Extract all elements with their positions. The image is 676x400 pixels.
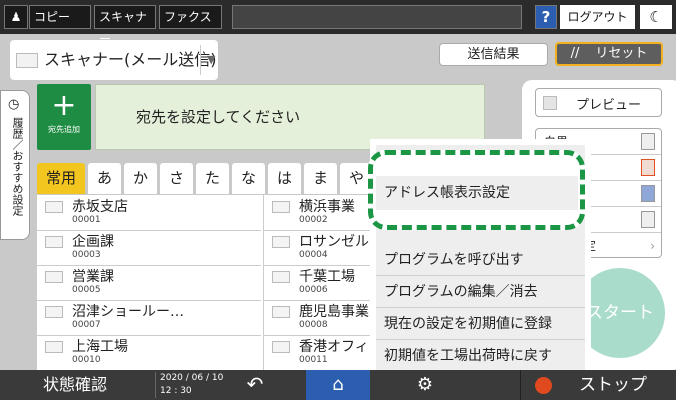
index-tab[interactable]: な [232, 163, 265, 194]
mode-selector[interactable]: スキャナー(メール送信) ▼ [10, 40, 218, 80]
side-tab-label: 履歴／おすすめ設定 [11, 117, 24, 216]
chevron-right-icon: › [650, 239, 655, 253]
stop-button[interactable]: ストップ [520, 370, 676, 400]
back-icon[interactable]: ↶ [235, 370, 275, 398]
address-entry[interactable]: 沼津ショールー… 00007 [37, 300, 261, 336]
moon-icon[interactable]: ☾ [640, 5, 672, 29]
logout-button[interactable]: ログアウト [560, 5, 635, 29]
index-tab[interactable]: た [196, 163, 229, 194]
start-button[interactable]: スタート [575, 268, 665, 358]
entry-name: 企画課 [72, 234, 114, 250]
envelope-icon [272, 341, 290, 353]
address-entry[interactable]: 鹿児島事業 00008 [263, 300, 377, 336]
status-check-button[interactable]: 状態確認 [0, 370, 150, 400]
envelope-icon [272, 236, 290, 248]
envelope-icon [45, 236, 63, 248]
time: 12 : 30 [160, 386, 192, 396]
stop-label: ストップ [579, 375, 647, 395]
entry-name: 鹿児島事業 [299, 304, 369, 320]
stop-icon [535, 377, 552, 394]
entry-name: ロサンゼル [299, 234, 369, 250]
reset-icon: // [570, 46, 580, 61]
chevron-down-icon[interactable]: ▼ [200, 45, 215, 75]
entry-id: 00008 [299, 320, 328, 330]
address-entry[interactable]: 上海工場 00010 [37, 335, 261, 370]
datetime: 2020 / 06 / 10 12 : 30 [155, 372, 223, 398]
tab-fax[interactable]: ファクス [159, 5, 222, 29]
address-entry[interactable]: 横浜事業 00002 [263, 195, 377, 231]
bottom-bar: 状態確認 2020 / 06 / 10 12 : 30 ↶ ⌂ ⚙ ストップ [0, 370, 676, 400]
address-entry[interactable]: ロサンゼル 00004 [263, 230, 377, 266]
reset-button[interactable]: // リセット [555, 42, 663, 66]
envelope-icon [16, 53, 38, 68]
plus-icon: + [51, 88, 77, 123]
envelope-icon [45, 271, 63, 283]
entry-id: 00002 [299, 215, 328, 225]
entry-id: 00005 [72, 285, 101, 295]
history-recommend-tab[interactable]: ◷ 履歴／おすすめ設定 [0, 90, 30, 240]
entry-name: 横浜事業 [299, 199, 355, 215]
tab-scanner[interactable]: スキャナー [94, 5, 156, 46]
entry-id: 00011 [299, 355, 328, 365]
envelope-icon [45, 201, 63, 213]
menu-item-edit-program[interactable]: プログラムの編集／消去 [376, 277, 585, 308]
destination-field[interactable]: 宛先を設定してください [95, 84, 485, 150]
index-tab[interactable]: 常用 [37, 163, 85, 194]
index-tab[interactable]: あ [88, 163, 121, 194]
address-entry[interactable]: 千葉工場 00006 [263, 265, 377, 301]
envelope-icon [45, 341, 63, 353]
preview-label: プレビュー [576, 98, 642, 113]
pdf-icon [641, 159, 655, 176]
menu-item-reset-factory[interactable]: 初期値を工場出荷時に戻す [376, 341, 585, 372]
envelope-icon [272, 306, 290, 318]
home-icon[interactable]: ⌂ [306, 370, 370, 400]
user-icon[interactable]: ♟ [4, 5, 28, 29]
index-tab[interactable]: さ [160, 163, 193, 194]
address-entry[interactable]: 営業課 00005 [37, 265, 261, 301]
entry-name: 赤坂支店 [72, 199, 128, 215]
entry-id: 00006 [299, 285, 328, 295]
entry-id: 00007 [72, 320, 101, 330]
checkbox[interactable] [543, 96, 557, 110]
help-button[interactable]: ? [535, 5, 557, 29]
send-result-button[interactable]: 送信結果 [439, 43, 548, 66]
entry-name: 香港オフィ [299, 339, 369, 355]
entry-name: 営業課 [72, 269, 114, 285]
menu-item-addressbook-display[interactable]: アドレス帳表示設定 [376, 176, 578, 210]
entry-name: 上海工場 [72, 339, 128, 355]
menu-item-register-default[interactable]: 現在の設定を初期値に登録 [376, 309, 585, 340]
index-tab[interactable]: ま [304, 163, 337, 194]
entry-id: 00003 [72, 250, 101, 260]
entry-id: 00001 [72, 215, 101, 225]
index-tab[interactable]: は [268, 163, 301, 194]
tab-copy[interactable]: コピー [29, 5, 91, 29]
menu-item-recall-program[interactable]: プログラムを呼び出す [376, 245, 585, 276]
address-entry[interactable]: 香港オフィ 00011 [263, 335, 377, 370]
index-tab[interactable]: か [124, 163, 157, 194]
address-list: 赤坂支店 00001 横浜事業 00002 企画課 00003 ロサンゼル 00004 営業課 0… [37, 195, 377, 370]
reset-label: リセット [595, 46, 648, 61]
add-destination-label: 宛先追加 [48, 125, 80, 134]
duplex-icon [641, 211, 655, 228]
envelope-icon [272, 201, 290, 213]
entry-name: 沼津ショールー… [72, 304, 184, 320]
envelope-icon [45, 306, 63, 318]
address-entry[interactable]: 赤坂支店 00001 [37, 195, 261, 231]
resolution-icon [641, 185, 655, 202]
entry-id: 00010 [72, 355, 101, 365]
preview-button[interactable]: プレビュー [535, 88, 662, 117]
entry-name: 千葉工場 [299, 269, 355, 285]
entry-id: 00004 [299, 250, 328, 260]
top-bar: ♟ コピー スキャナー ファクス ? ログアウト ☾ [0, 0, 676, 46]
address-entry[interactable]: 企画課 00003 [37, 230, 261, 266]
envelope-icon [272, 271, 290, 283]
gear-icon[interactable]: ⚙ [405, 370, 445, 400]
date: 2020 / 06 / 10 [160, 373, 224, 383]
add-destination-button[interactable]: + 宛先追加 [37, 84, 91, 150]
bw-icon [641, 133, 655, 150]
message-field [232, 5, 522, 29]
mode-label: スキャナー(メール送信) [44, 50, 217, 69]
clock-icon: ◷ [8, 97, 20, 112]
